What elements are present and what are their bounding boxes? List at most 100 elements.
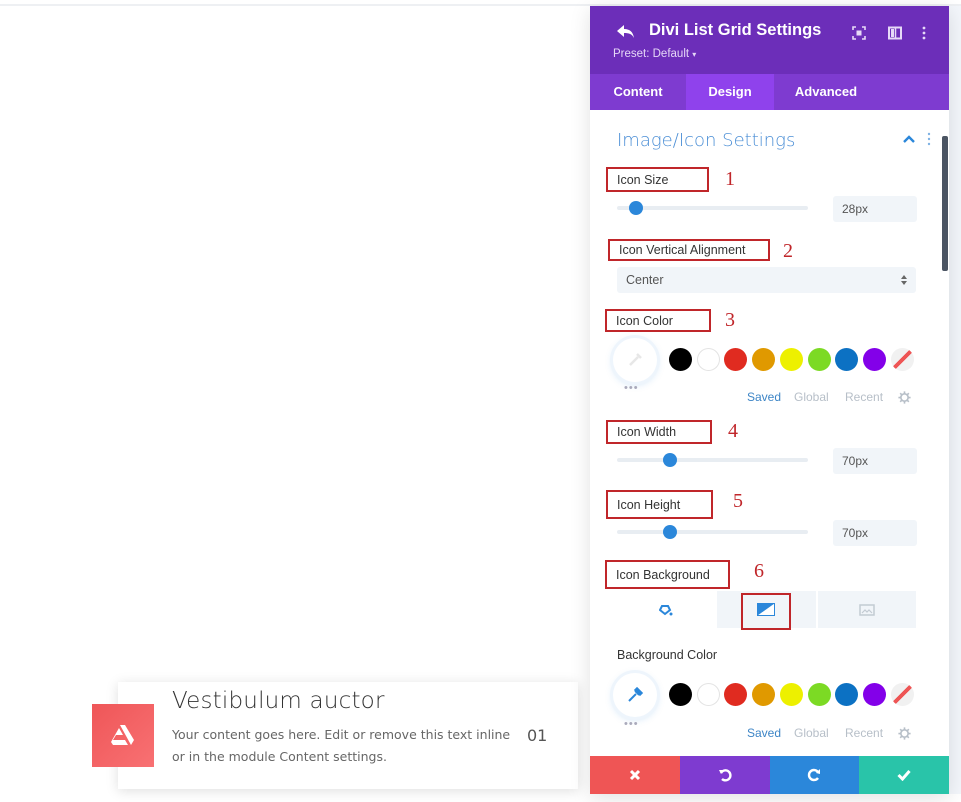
paint-bucket-icon xyxy=(659,604,673,615)
swatch-ffffff[interactable] xyxy=(696,683,720,706)
panel-footer xyxy=(590,756,949,794)
eyedropper-icon xyxy=(628,686,644,702)
chevron-up-icon[interactable] xyxy=(902,134,916,144)
card-title: Vestibulum auctor xyxy=(172,688,385,714)
preset-label: Preset: Default xyxy=(613,48,690,60)
image-icon xyxy=(859,603,875,616)
icon-height-label: Icon Height xyxy=(606,490,713,519)
panel-tabs: Content Design Advanced xyxy=(590,74,949,110)
icon-vertical-alignment-select[interactable]: Center xyxy=(617,267,916,293)
icon-width-label-text: Icon Width xyxy=(617,425,677,439)
swatch-e02b20[interactable] xyxy=(724,683,748,706)
scrollbar[interactable] xyxy=(942,136,948,271)
swatch-000000[interactable] xyxy=(669,683,692,706)
tab-advanced[interactable]: Advanced xyxy=(774,74,878,110)
swatch-7cda24[interactable] xyxy=(807,683,831,706)
card-number: 01 xyxy=(527,726,548,745)
icon-background-label-text: Icon Background xyxy=(616,567,710,582)
swatch-edf000[interactable] xyxy=(779,348,803,371)
icon-width-label: Icon Width xyxy=(606,420,712,444)
caret-down-icon: ▾ xyxy=(692,50,697,59)
background-color-tab-recent[interactable]: Recent xyxy=(845,726,883,740)
icon-color-label-text: Icon Color xyxy=(616,313,673,328)
swatch-8300e9[interactable] xyxy=(862,683,886,706)
icon-size-label-text: Icon Size xyxy=(617,172,669,187)
annotation-1: 1 xyxy=(725,168,735,190)
focus-icon[interactable] xyxy=(851,25,867,41)
icon-color-more-icon[interactable]: ••• xyxy=(624,382,639,394)
swatch-7cda24[interactable] xyxy=(807,348,831,371)
swatch-none[interactable] xyxy=(890,683,914,706)
annotation-6: 6 xyxy=(754,560,764,582)
icon-height-label-text: Icon Height xyxy=(617,497,681,512)
icon-color-picker[interactable] xyxy=(613,338,657,382)
panel-content: Image/Icon Settings Icon Size 1 28px Ico… xyxy=(590,110,949,756)
icon-width-input[interactable]: 70px xyxy=(833,448,917,474)
redo-icon xyxy=(808,768,821,782)
background-color-tab-global[interactable]: Global xyxy=(794,726,829,740)
icon-width-slider-thumb[interactable] xyxy=(663,453,678,467)
page: Vestibulum auctor Your content goes here… xyxy=(0,0,961,802)
tab-design[interactable]: Design xyxy=(686,74,774,110)
icon-color-tab-saved[interactable]: Saved xyxy=(747,390,781,404)
panel-header: Divi List Grid Settings Preset: Default … xyxy=(590,6,949,74)
eyedropper-icon xyxy=(629,353,642,366)
annotation-box-6 xyxy=(741,593,792,630)
redo-button[interactable] xyxy=(769,756,860,794)
icon-height-slider[interactable] xyxy=(617,530,808,534)
swatch-none[interactable] xyxy=(890,348,914,371)
icon-size-slider[interactable] xyxy=(617,206,808,210)
gear-icon[interactable] xyxy=(898,727,911,740)
gear-icon[interactable] xyxy=(898,391,911,404)
back-arrow-icon[interactable] xyxy=(616,23,636,41)
icon-size-input[interactable]: 28px xyxy=(833,196,917,222)
annotation-2: 2 xyxy=(783,240,793,262)
preset-dropdown[interactable]: Preset: Default ▾ xyxy=(613,48,696,60)
check-icon xyxy=(897,770,911,781)
more-vertical-icon[interactable] xyxy=(916,25,932,41)
section-title[interactable]: Image/Icon Settings xyxy=(617,130,795,151)
icon-background-tabs xyxy=(617,591,916,630)
icon-vertical-alignment-label: Icon Vertical Alignment xyxy=(608,239,770,261)
swatch-e09900[interactable] xyxy=(752,683,776,706)
icon-size-slider-thumb[interactable] xyxy=(629,201,644,215)
split-view-icon[interactable] xyxy=(887,25,903,41)
cancel-button[interactable] xyxy=(590,756,680,794)
icon-size-label: Icon Size xyxy=(606,167,709,192)
swatch-e02b20[interactable] xyxy=(724,348,748,371)
background-image-tab[interactable] xyxy=(818,591,916,628)
swatch-000000[interactable] xyxy=(669,348,692,371)
icon-width-slider[interactable] xyxy=(617,458,808,462)
background-color-label: Background Color xyxy=(617,648,718,662)
icon-color-tab-global[interactable]: Global xyxy=(794,390,829,404)
icon-height-slider-thumb[interactable] xyxy=(663,525,678,539)
close-icon xyxy=(629,769,640,781)
card-text: Your content goes here. Edit or remove t… xyxy=(172,727,511,764)
undo-button[interactable] xyxy=(679,756,770,794)
swatch-8300e9[interactable] xyxy=(862,348,886,371)
tab-content[interactable]: Content xyxy=(590,74,686,110)
background-color-tab-saved[interactable]: Saved xyxy=(747,726,781,740)
swatch-ffffff[interactable] xyxy=(696,348,720,371)
icon-color-tab-recent[interactable]: Recent xyxy=(845,390,883,404)
background-color-more-icon[interactable]: ••• xyxy=(624,718,639,730)
section-more-icon[interactable] xyxy=(927,132,931,146)
swatch-0c71c3[interactable] xyxy=(835,683,859,706)
annotation-4: 4 xyxy=(728,420,738,442)
annotation-5: 5 xyxy=(733,490,743,512)
panel-title: Divi List Grid Settings xyxy=(649,21,822,39)
icon-height-input[interactable]: 70px xyxy=(833,520,917,546)
background-gradient-tab[interactable] xyxy=(717,591,818,630)
settings-panel: Divi List Grid Settings Preset: Default … xyxy=(590,6,949,794)
card-icon-box xyxy=(92,704,154,767)
background-color-picker[interactable] xyxy=(613,673,657,717)
panel-shadow xyxy=(949,6,961,794)
icon-color-label: Icon Color xyxy=(605,309,711,332)
save-button[interactable] xyxy=(859,756,949,794)
swatch-0c71c3[interactable] xyxy=(835,348,859,371)
annotation-3: 3 xyxy=(725,309,735,331)
swatch-e09900[interactable] xyxy=(752,348,776,371)
swatch-edf000[interactable] xyxy=(779,683,803,706)
icon-vertical-alignment-value: Center xyxy=(626,273,664,287)
background-color-tab[interactable] xyxy=(617,591,718,628)
